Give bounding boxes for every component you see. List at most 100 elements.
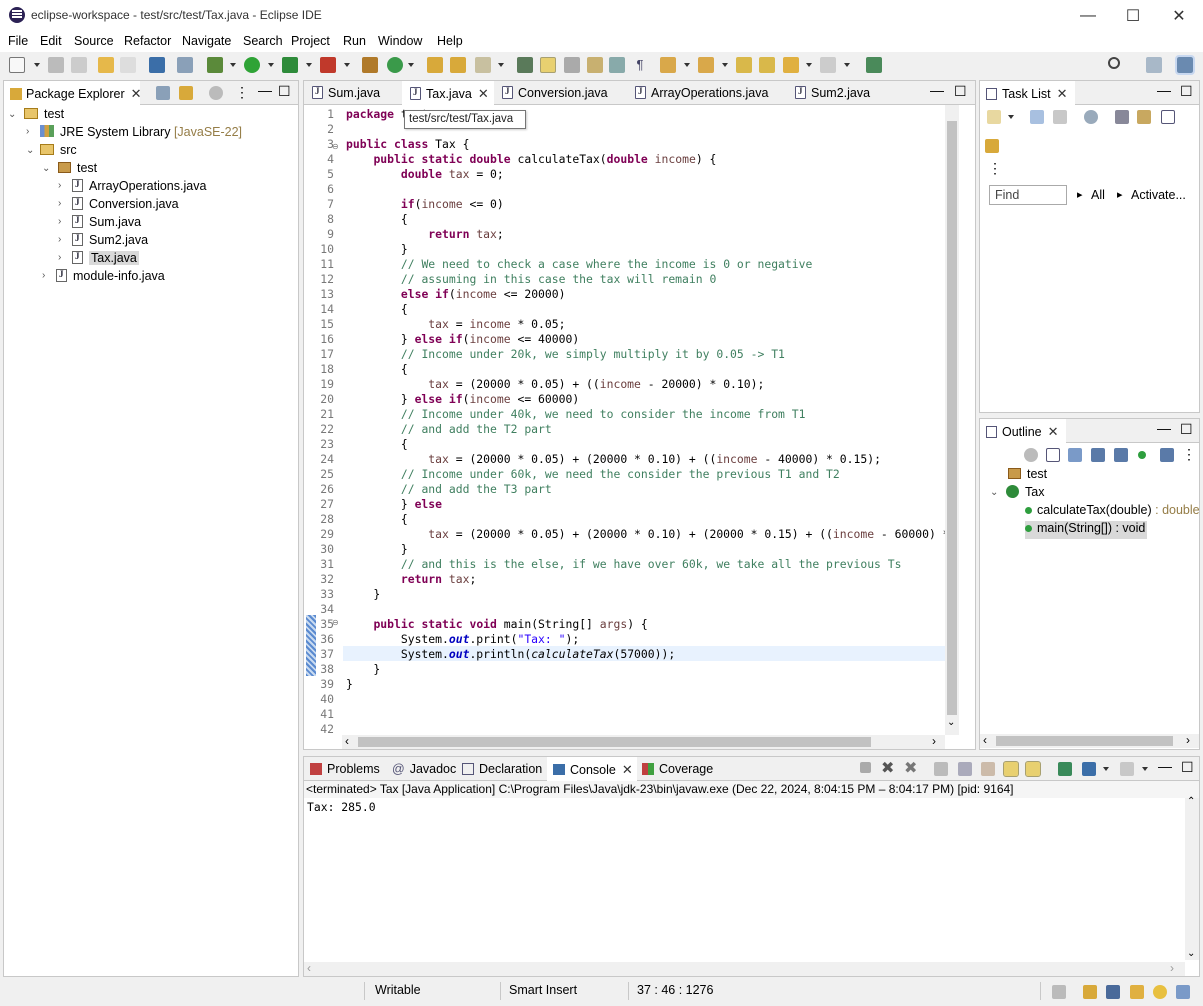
close-icon[interactable]: ✕ — [1048, 424, 1059, 440]
tips-icon[interactable] — [1130, 985, 1144, 999]
forward-icon[interactable] — [820, 57, 836, 73]
close-icon[interactable]: ✕ — [1156, 0, 1202, 31]
chevron-down-icon[interactable]: ⌄ — [42, 163, 50, 174]
skip-breakpoints-icon[interactable] — [177, 57, 193, 73]
minimize-view-icon[interactable]: — — [1157, 82, 1171, 98]
code-line[interactable]: public class Tax { — [346, 137, 945, 152]
pin-console-icon[interactable] — [1058, 762, 1072, 776]
tab-problems[interactable]: Problems — [310, 757, 380, 781]
code-line[interactable]: } — [346, 587, 945, 602]
scheduled-icon[interactable] — [1053, 110, 1067, 124]
code-line[interactable]: return tax; — [346, 227, 945, 242]
tree-package-test[interactable]: ⌄ test — [42, 161, 97, 179]
next-annotation-icon[interactable] — [660, 57, 676, 73]
tab-package-explorer[interactable]: Package Explorer ✕ — [4, 81, 142, 105]
status-cursor-position[interactable]: 37 : 46 : 1276 — [637, 983, 713, 997]
chevron-right-icon[interactable]: › — [42, 270, 45, 281]
show-on-stdout-icon[interactable] — [1003, 761, 1019, 777]
new-class-dropdown-icon[interactable] — [408, 63, 414, 67]
view-menu-icon[interactable]: ⋮ — [1182, 446, 1196, 463]
tree-file-sum[interactable]: › Sum.java — [58, 215, 141, 233]
minimize-view-icon[interactable]: — — [1158, 758, 1172, 774]
prev-annotation-dropdown-icon[interactable] — [722, 63, 728, 67]
mark-occurrences-icon[interactable] — [540, 57, 556, 73]
open-perspective-icon[interactable] — [1146, 57, 1162, 73]
menu-window[interactable]: Window — [378, 34, 422, 48]
tab-console[interactable]: Console ✕ — [547, 757, 637, 781]
code-line[interactable]: // assuming in this case the tax will re… — [346, 272, 945, 287]
menu-source[interactable]: Source — [74, 34, 114, 48]
code-line[interactable]: { — [346, 362, 945, 377]
menu-run[interactable]: Run — [343, 34, 366, 48]
editor-vertical-scrollbar[interactable]: ⌄ — [945, 105, 959, 735]
external-tools-icon[interactable] — [320, 57, 336, 73]
scroll-left-icon[interactable]: ‹ — [307, 961, 311, 975]
scroll-left-icon[interactable]: ‹ — [983, 733, 987, 747]
new-java-project-icon[interactable] — [362, 57, 378, 73]
scroll-right-icon[interactable]: › — [932, 734, 936, 748]
code-line[interactable]: } else — [346, 497, 945, 512]
new-icon[interactable] — [9, 57, 25, 73]
tree-file-conversion[interactable]: › Conversion.java — [58, 197, 179, 215]
tab-conversion-java[interactable]: Conversion.java — [502, 81, 608, 105]
scroll-down-icon[interactable]: ⌄ — [1187, 948, 1195, 959]
code-line[interactable]: } — [346, 542, 945, 557]
minimize-view-icon[interactable]: — — [930, 82, 944, 98]
menu-search[interactable]: Search — [243, 34, 283, 48]
chevron-down-icon[interactable]: ⌄ — [990, 487, 998, 498]
notifications-icon[interactable] — [1176, 985, 1190, 999]
hide-static-icon[interactable] — [1114, 448, 1128, 462]
console-horizontal-scrollbar[interactable]: ‹ › — [304, 961, 1185, 976]
code-line[interactable]: System.out.print("Tax: "); — [346, 632, 945, 647]
code-line[interactable]: System.out.println(calculateTax(57000)); — [346, 647, 945, 662]
background-tasks-icon[interactable] — [1052, 985, 1066, 999]
maximize-view-icon[interactable]: ☐ — [954, 83, 967, 100]
last-edit-forward-icon[interactable] — [759, 57, 775, 73]
open-type-icon[interactable] — [427, 57, 443, 73]
scroll-thumb[interactable] — [947, 121, 957, 715]
run-icon[interactable] — [244, 57, 260, 73]
tutorials-icon[interactable] — [1106, 985, 1120, 999]
view-menu-icon[interactable]: ⋮ — [235, 84, 249, 101]
maximize-view-icon[interactable]: ☐ — [278, 83, 291, 100]
code-line[interactable]: } — [346, 242, 945, 257]
word-wrap-icon[interactable] — [587, 57, 603, 73]
code-line[interactable]: } — [346, 662, 945, 677]
status-insert-mode[interactable]: Smart Insert — [509, 983, 577, 997]
outline-method-main[interactable]: main(String[]) : void — [1025, 521, 1148, 539]
prev-annotation-icon[interactable] — [698, 57, 714, 73]
debug-dropdown-icon[interactable] — [230, 63, 236, 67]
code-line[interactable]: else if(income <= 20000) — [346, 287, 945, 302]
maximize-icon[interactable]: ☐ — [1110, 0, 1156, 31]
code-line[interactable]: } — [346, 677, 945, 692]
code-line[interactable]: // Income under 60k, we need the conside… — [346, 467, 945, 482]
outline-package[interactable]: test — [1008, 467, 1047, 485]
code-line[interactable] — [346, 722, 945, 735]
hide-local-types-icon[interactable] — [1160, 448, 1174, 462]
undo-icon[interactable] — [98, 57, 114, 73]
display-console-dropdown-icon[interactable] — [1103, 767, 1109, 771]
outline-class-tax[interactable]: ⌄ Tax — [990, 485, 1044, 503]
link-editor-icon[interactable] — [179, 86, 193, 100]
show-whitespace-icon[interactable] — [609, 57, 625, 73]
toggle-breadcrumb-icon[interactable] — [517, 57, 533, 73]
clear-console-icon[interactable] — [934, 762, 948, 776]
scroll-thumb[interactable] — [996, 736, 1173, 746]
save-icon[interactable] — [48, 57, 64, 73]
maximize-view-icon[interactable]: ☐ — [1181, 759, 1194, 776]
code-line[interactable]: public static void main(String[] args) { — [346, 617, 945, 632]
scroll-right-icon[interactable]: › — [1170, 961, 1174, 975]
close-icon[interactable]: ✕ — [1057, 86, 1068, 102]
chevron-right-icon[interactable]: › — [58, 234, 61, 245]
code-line[interactable]: // Income under 40k, we need to consider… — [346, 407, 945, 422]
code-line[interactable]: tax = (20000 * 0.05) + (20000 * 0.10) + … — [346, 527, 945, 542]
collapse-all-icon[interactable] — [1161, 110, 1175, 124]
remove-launch-icon[interactable]: ✖ — [881, 758, 894, 778]
code-line[interactable]: // We need to check a case where the inc… — [346, 257, 945, 272]
open-folder-icon[interactable] — [450, 57, 466, 73]
save-all-icon[interactable] — [71, 57, 87, 73]
chevron-right-icon[interactable]: › — [58, 180, 61, 191]
code-line[interactable]: // and add the T3 part — [346, 482, 945, 497]
pin-editor-icon[interactable] — [866, 57, 882, 73]
close-icon[interactable]: ✕ — [478, 86, 489, 102]
